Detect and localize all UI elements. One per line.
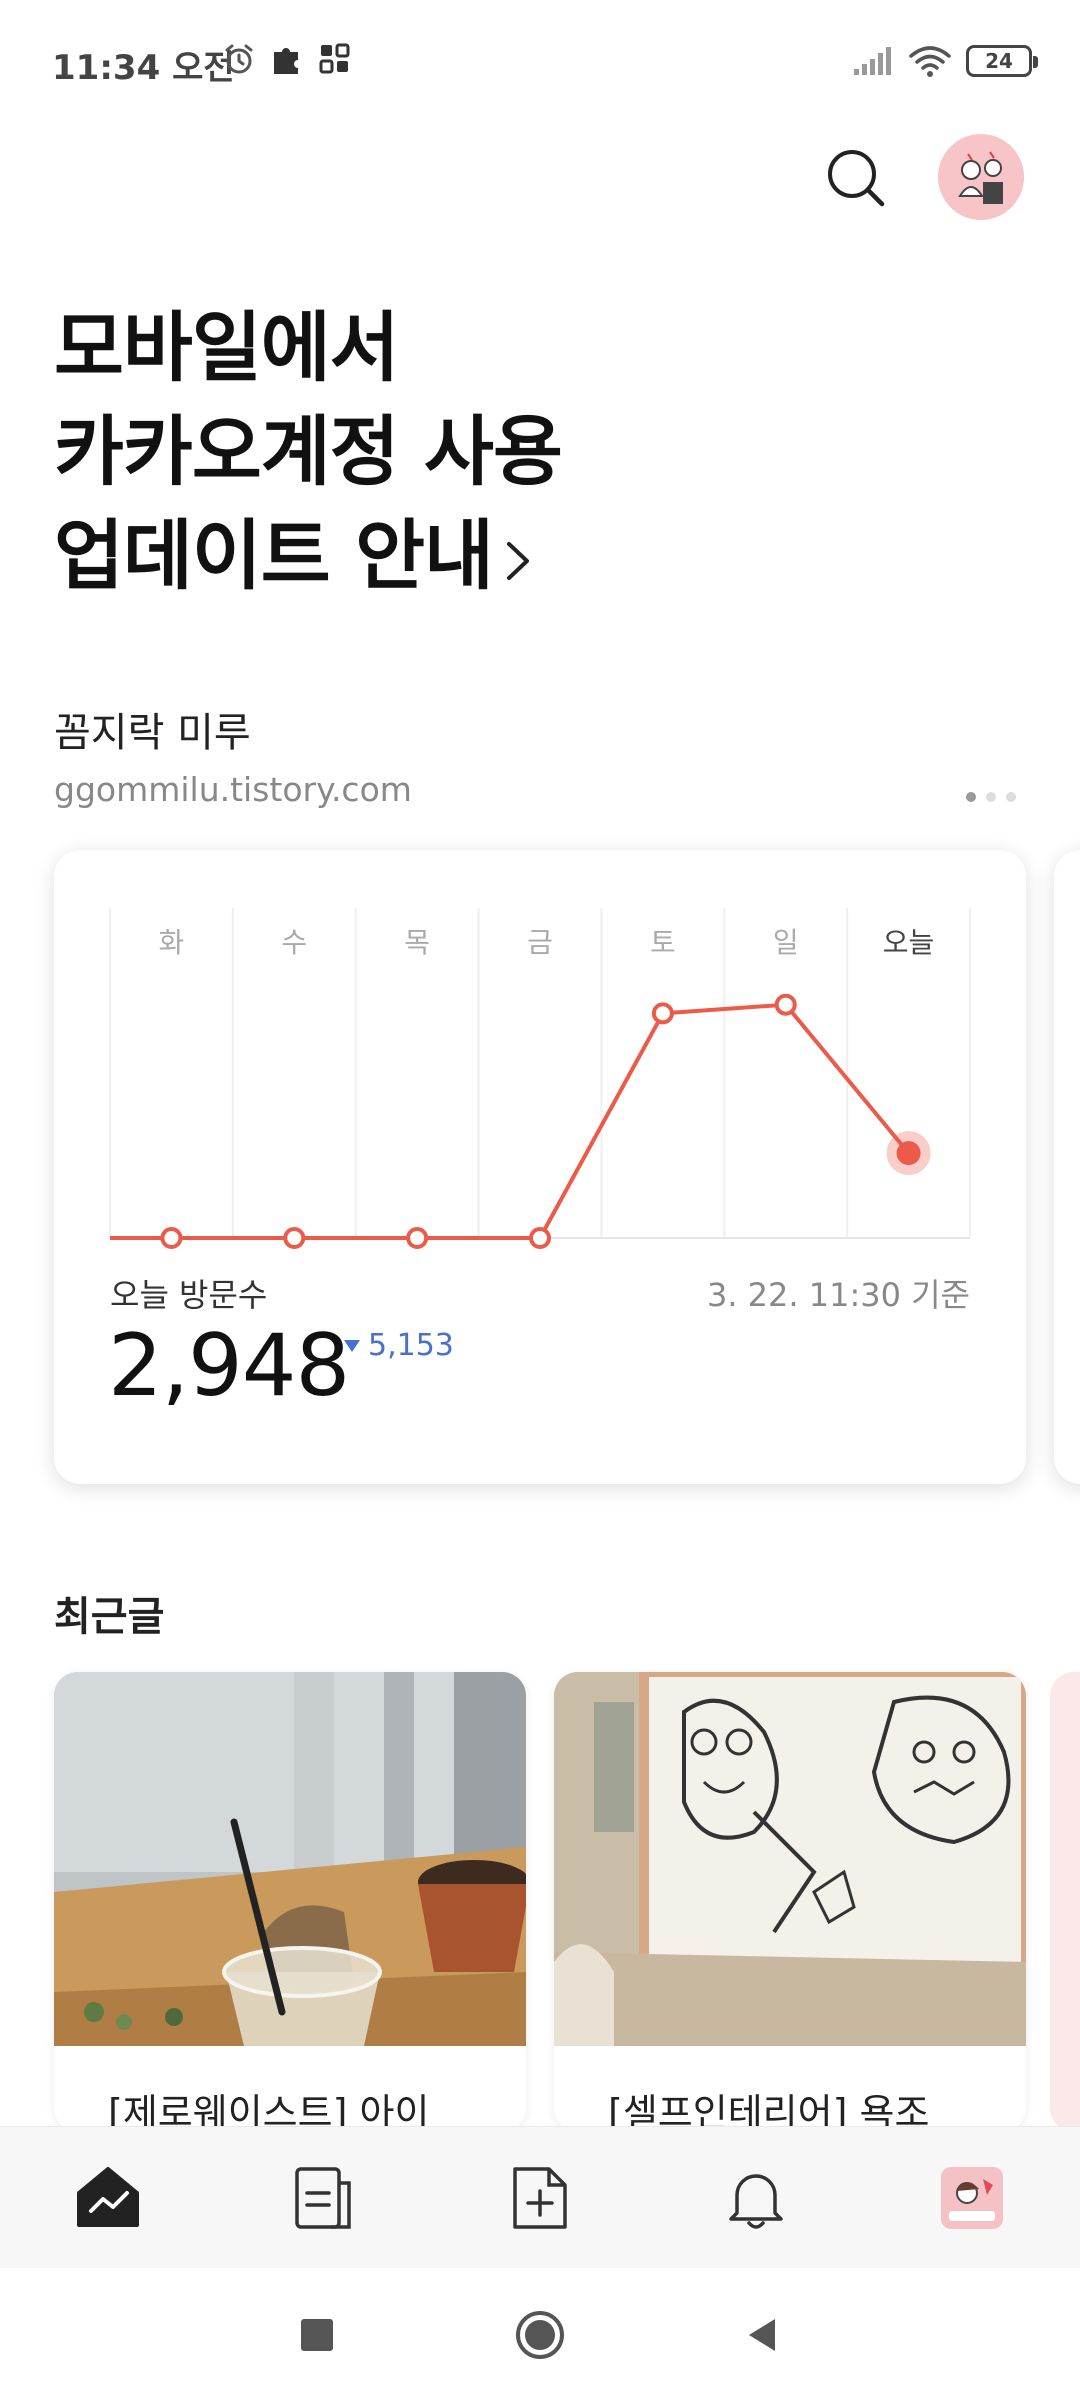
carousel-dots xyxy=(966,792,1016,802)
recent-post-card[interactable]: [제로웨이스트] 아이 xyxy=(54,1672,526,2132)
headline-line-1: 모바일에서 xyxy=(54,303,400,392)
headline-line-3-text: 업데이트 안내 xyxy=(54,511,494,600)
bottom-nav xyxy=(0,2126,1080,2268)
search-icon xyxy=(828,150,885,207)
chart-day-label: 목 xyxy=(404,926,430,959)
post-title: [셀프인테리어] 욕조 xyxy=(608,2091,930,2132)
system-nav-bar xyxy=(0,2268,1080,2400)
post-thumbnail xyxy=(54,1672,526,2046)
headline-line-3: 업데이트 안내 xyxy=(54,504,954,608)
recents-button[interactable] xyxy=(290,2308,344,2362)
chart-point xyxy=(529,1227,551,1249)
wifi-icon xyxy=(909,46,951,77)
blog-name[interactable]: 꼼지락 미루 xyxy=(54,700,251,758)
post-title: [제로웨이스트] 아이 xyxy=(108,2091,430,2132)
back-button[interactable] xyxy=(736,2308,790,2362)
battery-icon: 24 xyxy=(966,45,1038,77)
headline-line-2: 카카오계정 사용 xyxy=(54,407,563,496)
carousel-dot xyxy=(986,792,996,802)
blog-url[interactable]: ggommilu.tistory.com xyxy=(54,770,412,809)
carousel-dot xyxy=(1006,792,1016,802)
nav-posts[interactable] xyxy=(216,2127,432,2268)
circle-icon xyxy=(516,2311,564,2359)
today-visits-value: 2,948 xyxy=(108,1316,350,1416)
chart-point-today xyxy=(896,1141,921,1166)
status-icons-left xyxy=(222,42,352,76)
visitor-stats-card[interactable]: 화 수 목 금 토 일 오늘 오늘 방문수 3. 22. 11:30 기준 2,948 5,… xyxy=(54,850,1026,1484)
square-icon xyxy=(301,2319,333,2351)
status-bar: 11:34 오전 24 xyxy=(0,0,1080,130)
avatar-illustration-icon xyxy=(938,134,1024,220)
signal-icon xyxy=(854,47,891,75)
chart-series-line xyxy=(110,1002,911,1240)
triangle-back-icon xyxy=(749,2319,775,2351)
chart-day-label: 토 xyxy=(650,926,676,959)
down-arrow-icon xyxy=(344,1339,360,1352)
nav-profile[interactable] xyxy=(864,2127,1080,2268)
status-icons-right: 24 xyxy=(852,44,1038,78)
chart-point xyxy=(283,1227,306,1249)
posts-icon xyxy=(295,2166,351,2229)
stats-timestamp: 3. 22. 11:30 기준 xyxy=(706,1276,970,1314)
announcement-headline[interactable]: 모바일에서 카카오계정 사용 업데이트 안내 xyxy=(54,296,954,608)
profile-icon xyxy=(941,2166,1003,2229)
home-button[interactable] xyxy=(513,2308,567,2362)
bell-icon xyxy=(729,2173,783,2229)
nav-new-post[interactable] xyxy=(432,2127,648,2268)
chevron-right-icon xyxy=(506,542,529,580)
alarm-icon xyxy=(225,44,253,74)
chart-point xyxy=(774,993,797,1016)
status-time: 11:34 오전 xyxy=(52,48,235,88)
nav-notifications[interactable] xyxy=(648,2127,864,2268)
puzzle-icon xyxy=(274,48,298,74)
recent-posts-heading: 최근글 xyxy=(54,1594,165,1640)
chart-day-label: 화 xyxy=(159,926,185,959)
recent-post-card[interactable]: [셀프인테리어] 욕조 xyxy=(554,1672,1026,2132)
new-post-icon xyxy=(513,2166,567,2229)
grid-apps-icon xyxy=(319,43,350,74)
profile-avatar[interactable] xyxy=(938,134,1024,220)
chart-point xyxy=(406,1227,429,1249)
chart-day-label: 금 xyxy=(527,926,553,959)
chart-point xyxy=(651,1002,674,1025)
bathroom-coloring-photo-image xyxy=(554,1672,1026,2046)
today-visits-label: 오늘 방문수 xyxy=(110,1276,268,1314)
visits-delta: 5,153 xyxy=(344,1328,454,1363)
chart-day-label: 일 xyxy=(773,926,799,959)
visits-delta-value: 5,153 xyxy=(368,1328,454,1363)
post-thumbnail xyxy=(554,1672,1026,2046)
carousel-dot-active xyxy=(966,792,976,802)
drink-photo-image xyxy=(54,1672,526,2046)
nav-stats[interactable] xyxy=(0,2127,216,2268)
stats-icon xyxy=(77,2166,139,2227)
chart-point xyxy=(160,1227,183,1249)
next-post-peek[interactable] xyxy=(1050,1672,1080,2132)
chart-day-label: 오늘 xyxy=(883,926,935,959)
battery-level: 24 xyxy=(985,49,1013,73)
chart-day-label: 수 xyxy=(281,926,307,959)
next-card-peek[interactable] xyxy=(1054,850,1080,1484)
visitor-line-chart: 화 수 목 금 토 일 오늘 xyxy=(109,908,971,1249)
search-button[interactable] xyxy=(822,144,892,214)
